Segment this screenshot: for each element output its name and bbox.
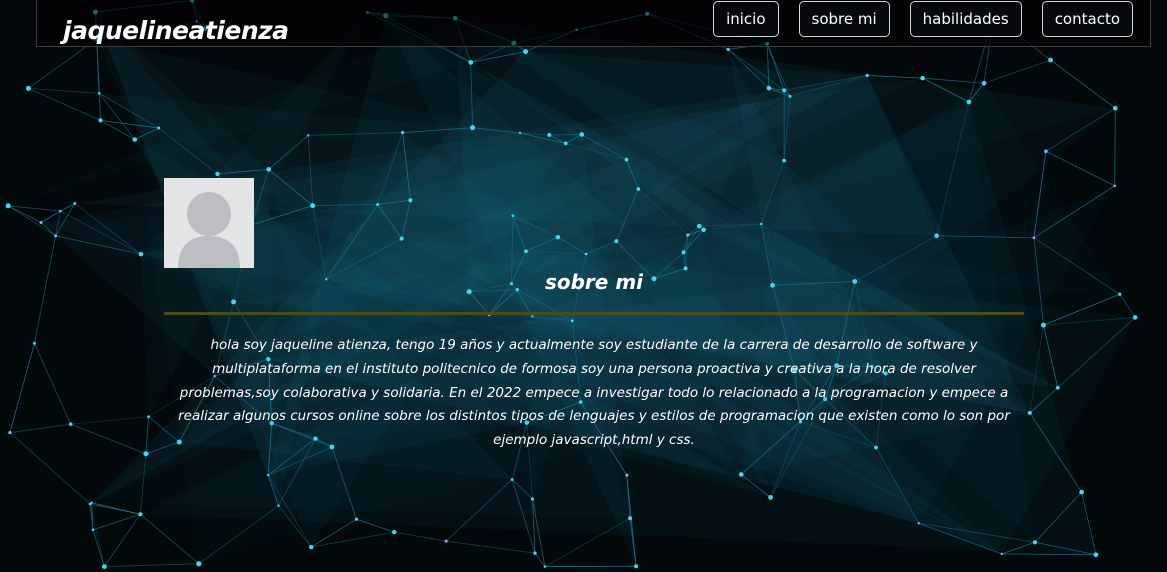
- site-brand[interactable]: jaquelineatienza: [63, 16, 289, 45]
- nav-inicio-button[interactable]: inicio: [713, 1, 779, 37]
- nav-contacto-button[interactable]: contacto: [1041, 1, 1133, 37]
- header: jaquelineatienza inicio sobre mi habilid…: [36, 0, 1151, 47]
- main-nav: inicio sobre mi habilidades contacto: [713, 1, 1133, 37]
- nav-sobre-mi-button[interactable]: sobre mi: [798, 1, 890, 37]
- user-avatar-icon: [164, 178, 254, 268]
- bio-paragraph: hola soy jaqueline atienza, tengo 19 año…: [178, 337, 1010, 449]
- nav-habilidades-button[interactable]: habilidades: [909, 1, 1022, 37]
- section-divider: [164, 312, 1024, 315]
- section-title: sobre mi: [544, 270, 644, 294]
